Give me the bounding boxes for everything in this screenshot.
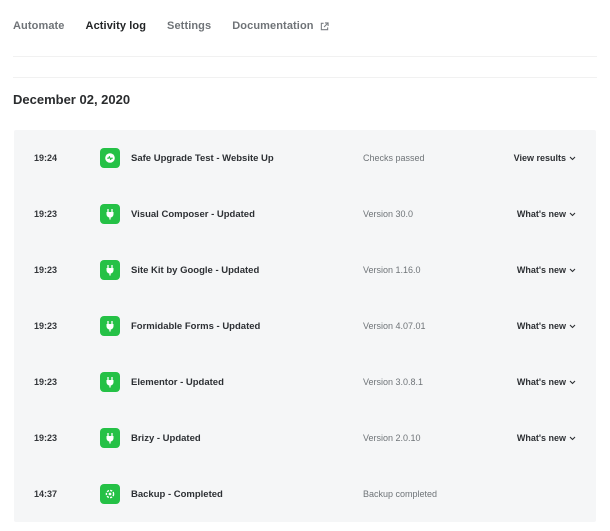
log-status: Backup completed [363,489,438,499]
log-row: 19:23 Brizy - Updated Version 2.0.10 Wha… [14,410,596,466]
tab-label: Settings [167,20,212,32]
action-label: What's new [516,377,566,387]
log-title: Site Kit by Google - Updated [131,265,260,276]
action-label: View results [513,153,566,163]
log-time: 19:23 [34,377,58,387]
log-time: 14:37 [34,489,58,499]
whats-new-button[interactable]: What's new [517,433,576,443]
log-title: Visual Composer - Updated [131,209,255,220]
plugin-icon [100,428,120,448]
log-row: 19:23 Visual Composer - Updated Version … [14,186,596,242]
plugin-icon [100,204,120,224]
whats-new-button[interactable]: What's new [517,377,576,387]
log-status: Checks passed [363,153,425,163]
tab-settings[interactable]: Settings [167,18,211,34]
log-row: 19:23 Formidable Forms - Updated Version… [14,298,596,354]
chevron-down-icon [569,436,576,441]
log-title: Formidable Forms - Updated [131,321,261,332]
external-link-icon [320,21,329,31]
log-title: Safe Upgrade Test - Website Up [131,153,274,164]
log-status: Version 2.0.10 [363,433,421,443]
tab-bar: Automate Activity log Settings Documenta… [13,18,350,34]
whats-new-button[interactable]: What's new [517,265,576,275]
action-label: What's new [516,209,566,219]
action-label: What's new [516,433,566,443]
log-time: 19:23 [34,265,58,275]
log-time: 19:23 [34,321,58,331]
log-status: Version 1.16.0 [363,265,421,275]
log-status: Version 30.0 [363,209,414,219]
log-row: 19:23 Elementor - Updated Version 3.0.8.… [14,354,596,410]
log-row: 14:37 Backup - Completed Backup complete… [14,466,596,522]
log-status: Version 3.0.8.1 [363,377,424,387]
log-title: Elementor - Updated [131,377,224,388]
log-status: Version 4.07.01 [363,321,426,331]
action-label: What's new [516,321,566,331]
view-results-button[interactable]: View results [514,153,576,163]
log-time: 19:23 [34,433,58,443]
tab-label: Automate [13,20,65,32]
tab-automate[interactable]: Automate [13,18,65,34]
log-time: 19:24 [34,153,58,163]
chevron-down-icon [569,268,576,273]
whats-new-button[interactable]: What's new [517,209,576,219]
log-row: 19:23 Site Kit by Google - Updated Versi… [14,242,596,298]
tab-label: Activity log [85,20,147,32]
chevron-down-icon [569,212,576,217]
safe-upgrade-icon [100,148,120,168]
divider [13,77,597,78]
activity-log-list: 19:24 Safe Upgrade Test - Website Up Che… [14,130,596,522]
plugin-icon [100,372,120,392]
divider [13,56,597,57]
date-heading: December 02, 2020 [13,92,131,107]
tab-activity-log[interactable]: Activity log [86,18,147,34]
backup-icon [100,484,120,504]
log-title: Brizy - Updated [131,433,201,444]
chevron-down-icon [569,156,576,161]
tab-label: Documentation [232,20,314,32]
tab-documentation[interactable]: Documentation [232,18,329,34]
log-row: 19:24 Safe Upgrade Test - Website Up Che… [14,130,596,186]
log-time: 19:23 [34,209,58,219]
action-label: What's new [516,265,566,275]
chevron-down-icon [569,324,576,329]
chevron-down-icon [569,380,576,385]
log-title: Backup - Completed [131,489,223,500]
plugin-icon [100,316,120,336]
whats-new-button[interactable]: What's new [517,321,576,331]
plugin-icon [100,260,120,280]
